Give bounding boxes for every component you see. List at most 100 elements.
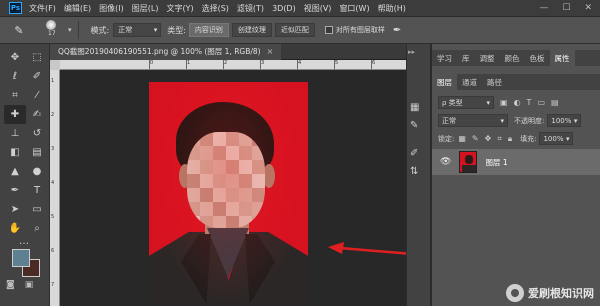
quick-select-icon[interactable]: ✐ <box>26 67 48 86</box>
menu-file[interactable]: 文件(F) <box>29 3 56 14</box>
eye-icon[interactable]: 👁︎ <box>440 157 451 167</box>
menu-type[interactable]: 文字(Y) <box>166 3 193 14</box>
document-tab[interactable]: QQ截图20190406190551.png @ 100% (图层 1, RGB… <box>50 43 282 60</box>
mode-select[interactable]: 正常 ▾ <box>113 23 162 37</box>
ruler-tick-label: 2 <box>51 112 55 118</box>
menu-3d[interactable]: 3D(D) <box>272 4 296 13</box>
menu-image[interactable]: 图像(I) <box>99 3 124 14</box>
shirt <box>207 228 249 278</box>
lock-transparent-icon[interactable]: ▦ <box>458 134 466 143</box>
horizontal-ruler[interactable]: 012345678 <box>60 60 429 70</box>
mosaic-pixel <box>187 188 200 202</box>
stamp-icon[interactable]: ⊥ <box>4 124 26 143</box>
blur-icon[interactable]: ▲ <box>4 162 26 181</box>
opacity-input[interactable]: 100% ▾ <box>547 114 582 127</box>
history-brush-icon[interactable]: ↺ <box>26 124 48 143</box>
mosaic-pixel <box>200 132 213 146</box>
brush-preset-picker[interactable]: 17 <box>44 19 66 41</box>
eyedropper-icon[interactable]: ⁄ <box>26 86 48 105</box>
tab-color[interactable]: 颜色 <box>500 50 525 66</box>
healing-brush-tool-icon[interactable]: ✎ <box>10 21 28 39</box>
menu-select[interactable]: 选择(S) <box>202 3 229 14</box>
tab-libraries[interactable]: 库 <box>457 50 475 66</box>
color-swatches[interactable] <box>12 249 42 279</box>
tab-learn[interactable]: 学习 <box>432 50 457 66</box>
chevron-down-icon[interactable]: ▾ <box>68 26 72 34</box>
brush-settings-icon[interactable]: ✎ <box>410 120 418 131</box>
brush-presets-icon[interactable]: ✐ <box>410 148 418 159</box>
tab-properties[interactable]: 属性 <box>549 50 575 66</box>
mosaic-pixel <box>200 216 213 228</box>
canvas[interactable] <box>60 70 429 306</box>
type-create-texture-button[interactable]: 创建纹理 <box>231 23 272 37</box>
ruler-origin[interactable] <box>50 60 60 70</box>
ruler-tick-label: 3 <box>51 146 55 152</box>
filter-pixel-icon[interactable]: ▣ <box>500 98 508 107</box>
collapse-arrows-icon[interactable]: ▸▸ <box>408 48 415 56</box>
menu-help[interactable]: 帮助(H) <box>378 3 406 14</box>
close-button[interactable]: ✕ <box>584 3 592 13</box>
eraser-icon[interactable]: ◧ <box>4 143 26 162</box>
healing-brush-icon[interactable]: ✚ <box>4 105 26 124</box>
watermark: 爱刷根知识网 <box>506 284 594 302</box>
mosaic-pixel <box>187 216 200 228</box>
type-icon[interactable]: T <box>26 181 48 200</box>
arrow-head <box>328 242 344 254</box>
crop-icon[interactable]: ⌗ <box>4 86 26 105</box>
sample-all-layers-checkbox[interactable] <box>324 26 333 34</box>
pressure-size-icon[interactable]: ✒ <box>393 25 401 36</box>
tab-paths[interactable]: 路径 <box>482 74 507 90</box>
type-content-aware-button[interactable]: 内容识别 <box>188 23 229 37</box>
lock-artboard-icon[interactable]: ⌗ <box>497 134 502 144</box>
lock-all-icon[interactable]: 🔒︎ <box>508 134 512 144</box>
ruler-tick-label: 4 <box>51 180 55 186</box>
move-icon[interactable]: ✥ <box>4 48 26 67</box>
lasso-icon[interactable]: ℓ <box>4 67 26 86</box>
lock-image-icon[interactable]: ✎ <box>472 134 479 143</box>
marquee-icon[interactable]: ⬚ <box>26 48 48 67</box>
gradient-icon[interactable]: ▤ <box>26 143 48 162</box>
filter-type-icon[interactable]: T <box>527 98 532 107</box>
mosaic-pixel <box>200 188 213 202</box>
minimize-button[interactable]: — <box>539 3 548 13</box>
menu-window[interactable]: 窗口(W) <box>339 3 369 14</box>
filter-adjustment-icon[interactable]: ◐ <box>514 98 521 107</box>
layer-row[interactable]: 👁︎ 图层 1 <box>432 149 600 175</box>
path-select-icon[interactable]: ➤ <box>4 200 26 219</box>
tab-adjustments[interactable]: 调整 <box>475 50 500 66</box>
type-proximity-match-button[interactable]: 近似匹配 <box>274 23 315 37</box>
pen-icon[interactable]: ✒ <box>4 181 26 200</box>
menu-view[interactable]: 视图(V) <box>304 3 332 14</box>
screen-mode-icon[interactable]: ▣ <box>25 280 34 290</box>
menu-filter[interactable]: 滤镜(T) <box>237 3 264 14</box>
dodge-icon[interactable]: ● <box>26 162 48 181</box>
more-tools-icon[interactable]: … <box>14 236 34 247</box>
shape-icon[interactable]: ▭ <box>26 200 48 219</box>
vertical-ruler[interactable]: 1 2 3 4 5 6 7 <box>50 70 60 306</box>
mosaic-pixel <box>239 188 252 202</box>
adjustments-icon[interactable]: ⇅ <box>410 166 418 177</box>
menu-layer[interactable]: 图层(L) <box>132 3 159 14</box>
lock-position-icon[interactable]: ✥ <box>485 134 492 143</box>
maximize-button[interactable]: ☐ <box>562 3 570 13</box>
brush-icon[interactable]: ✍ <box>26 105 48 124</box>
tab-swatches[interactable]: 色板 <box>525 50 550 66</box>
mosaic-pixel <box>226 216 239 228</box>
chevron-down-icon: ▾ <box>565 134 570 143</box>
tab-channels[interactable]: 通道 <box>457 74 482 90</box>
hair <box>176 102 274 182</box>
foreground-color-swatch[interactable] <box>12 249 30 267</box>
neck <box>205 202 249 238</box>
filter-shape-icon[interactable]: ▭ <box>537 98 545 107</box>
close-tab-icon[interactable]: × <box>267 47 274 56</box>
history-panel-icon[interactable]: ▦ <box>410 102 419 113</box>
fill-input[interactable]: 100% ▾ <box>539 132 574 145</box>
quick-mask-icon[interactable]: ◙ <box>6 280 15 290</box>
brush-tip-icon <box>46 20 56 30</box>
blend-mode-select[interactable]: 正常 ▾ <box>438 114 508 127</box>
tab-layers[interactable]: 图层 <box>432 74 457 90</box>
menu-edit[interactable]: 编辑(E) <box>64 3 91 14</box>
lock-label: 锁定: <box>438 134 455 143</box>
layer-filter-select[interactable]: ρ 类型 ▾ <box>438 96 494 109</box>
filter-smart-object-icon[interactable]: ▤ <box>551 98 559 107</box>
